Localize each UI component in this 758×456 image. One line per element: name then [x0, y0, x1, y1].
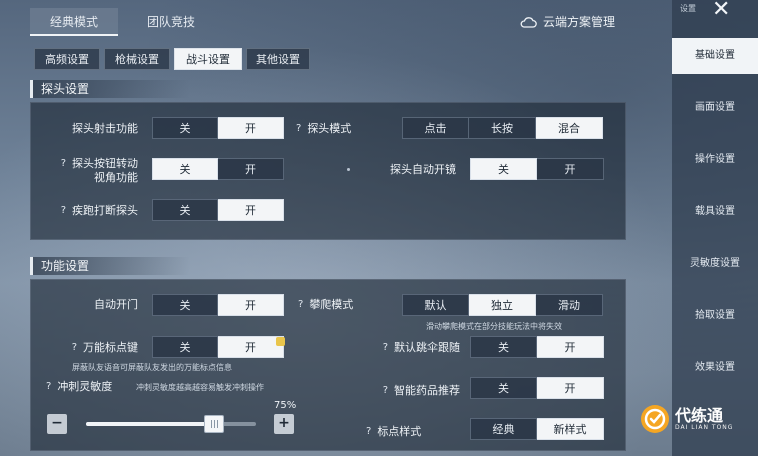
main-area: 经典模式 团队竞技 云端方案管理 高频设置 枪械设置 战斗设置 其他设置 探头设… — [0, 0, 668, 456]
peek-shoot-on[interactable]: 开 — [218, 117, 284, 139]
section-peek-title: 探头设置 — [30, 80, 190, 98]
sensitivity-plus-button[interactable]: + — [274, 414, 294, 434]
sidebar-item-graphics[interactable]: 画面设置 — [672, 90, 758, 126]
sidebar-item-basic[interactable]: 基础设置 — [672, 38, 758, 74]
subtab-high-frequency[interactable]: 高频设置 — [34, 48, 100, 70]
auto-door-off[interactable]: 关 — [152, 294, 218, 316]
climb-default[interactable]: 默认 — [402, 294, 469, 316]
marker-key-off[interactable]: 关 — [152, 336, 218, 358]
section-function-title: 功能设置 — [30, 257, 190, 275]
marker-style-classic[interactable]: 经典 — [470, 418, 537, 440]
peek-mode-mixed[interactable]: 混合 — [536, 117, 603, 139]
peek-sprint-on[interactable]: 开 — [218, 199, 284, 221]
marker-key-toggle: 关 开 — [152, 336, 284, 358]
help-icon[interactable]: ? — [366, 425, 371, 439]
sidebar-title: 设置 — [680, 4, 696, 13]
auto-door-label: 自动开门 — [94, 298, 138, 311]
peek-sprint-toggle: 关 开 — [152, 199, 284, 221]
subtab-combat[interactable]: 战斗设置 — [174, 48, 242, 70]
cloud-plan-label: 云端方案管理 — [543, 15, 616, 29]
auto-door-on[interactable]: 开 — [218, 294, 284, 316]
help-icon[interactable]: ? — [61, 204, 66, 218]
marker-hint: 屏蔽队友语音可屏蔽队友发出的万能标点信息 — [72, 363, 232, 372]
peek-shoot-label: 探头射击功能 — [72, 122, 138, 135]
help-icon[interactable]: ? — [383, 384, 388, 398]
peek-mode-selector: 点击 长按 混合 — [402, 117, 603, 139]
help-icon[interactable]: ? — [383, 341, 388, 355]
peek-turn-toggle: 关 开 — [152, 158, 284, 180]
peek-mode-hold[interactable]: 长按 — [469, 117, 536, 139]
sensitivity-minus-button[interactable]: − — [47, 414, 67, 434]
auto-door-toggle: 关 开 — [152, 294, 284, 316]
close-icon[interactable]: ✕ — [712, 0, 730, 22]
smart-med-toggle: 关 开 — [470, 377, 604, 399]
watermark-en: DAI LIAN TONG — [675, 424, 734, 431]
smart-med-on[interactable]: 开 — [537, 377, 604, 399]
marker-style-new[interactable]: 新样式 — [537, 418, 604, 440]
sidebar-item-controls[interactable]: 操作设置 — [672, 142, 758, 178]
sensitivity-slider-track[interactable] — [86, 422, 256, 426]
climb-mode-selector: 默认 独立 滑动 — [402, 294, 603, 316]
peek-mode-label: ? 探头模式 — [296, 122, 352, 136]
climb-hint: 滑动攀爬模式在部分技能玩法中将失效 — [426, 322, 562, 331]
watermark-logo: 代练通 DAI LIAN TONG — [640, 404, 733, 434]
cloud-plan-button[interactable]: 云端方案管理 — [520, 12, 615, 32]
peek-auto-scope-off[interactable]: 关 — [470, 158, 537, 180]
peek-turn-label: ? 探头按钮转动 视角功能 — [60, 157, 138, 184]
marker-key-label: ? 万能标点键 — [71, 341, 138, 355]
daliantong-logo-icon — [641, 405, 669, 433]
help-icon[interactable]: ? — [298, 298, 303, 312]
parachute-follow-toggle: 关 开 — [470, 336, 604, 358]
settings-sidebar: 设置 ✕ 基础设置 画面设置 操作设置 载具设置 灵敏度设置 拾取设置 效果设置 — [672, 0, 758, 456]
climb-slide[interactable]: 滑动 — [536, 294, 603, 316]
sidebar-item-effects[interactable]: 效果设置 — [672, 350, 758, 386]
sensitivity-slider-fill — [86, 422, 214, 426]
marker-badge-icon — [276, 337, 285, 346]
tab-classic-mode[interactable]: 经典模式 — [30, 8, 118, 36]
marker-style-label: ? 标点样式 — [366, 425, 422, 439]
sensitivity-slider-thumb[interactable] — [203, 415, 224, 433]
parachute-follow-label: ? 默认跳伞跟随 — [382, 341, 460, 355]
help-icon[interactable]: ? — [296, 122, 301, 136]
peek-auto-scope-label: 探头自动开镜 — [390, 163, 456, 176]
sidebar-item-vehicle[interactable]: 载具设置 — [672, 194, 758, 230]
smart-med-off[interactable]: 关 — [470, 377, 537, 399]
peek-sprint-label: ? 疾跑打断探头 — [60, 204, 138, 218]
subtab-other[interactable]: 其他设置 — [246, 48, 310, 70]
tab-team-deathmatch[interactable]: 团队竞技 — [136, 8, 206, 36]
peek-mode-click[interactable]: 点击 — [402, 117, 469, 139]
sidebar-header: 设置 ✕ — [672, 0, 758, 22]
watermark-cn: 代练通 — [675, 406, 724, 425]
peek-sprint-off[interactable]: 关 — [152, 199, 218, 221]
peek-turn-on[interactable]: 开 — [218, 158, 284, 180]
sidebar-item-sensitivity[interactable]: 灵敏度设置 — [672, 246, 758, 282]
help-icon[interactable]: ? — [61, 157, 66, 171]
help-icon[interactable]: ? — [46, 380, 51, 394]
climb-independent[interactable]: 独立 — [469, 294, 536, 316]
peek-shoot-toggle: 关 开 — [152, 117, 284, 139]
parachute-follow-on[interactable]: 开 — [537, 336, 604, 358]
sprint-sensitivity-hint: 冲刺灵敏度越高越容易触发冲刺操作 — [136, 383, 264, 392]
sensitivity-value: 75% — [274, 400, 297, 411]
divider-dot — [347, 168, 350, 171]
subtab-weapon[interactable]: 枪械设置 — [104, 48, 170, 70]
cloud-icon — [520, 17, 537, 28]
marker-key-on[interactable]: 开 — [218, 336, 284, 358]
peek-turn-off[interactable]: 关 — [152, 158, 218, 180]
sidebar-item-pickup[interactable]: 拾取设置 — [672, 298, 758, 334]
peek-shoot-off[interactable]: 关 — [152, 117, 218, 139]
climb-mode-label: ? 攀爬模式 — [298, 298, 354, 312]
peek-auto-scope-toggle: 关 开 — [470, 158, 604, 180]
parachute-follow-off[interactable]: 关 — [470, 336, 537, 358]
marker-style-selector: 经典 新样式 — [470, 418, 604, 440]
smart-med-label: ? 智能药品推荐 — [382, 384, 460, 398]
peek-auto-scope-on[interactable]: 开 — [537, 158, 604, 180]
sprint-sensitivity-label: ? 冲刺灵敏度 — [46, 380, 113, 394]
help-icon[interactable]: ? — [72, 341, 77, 355]
